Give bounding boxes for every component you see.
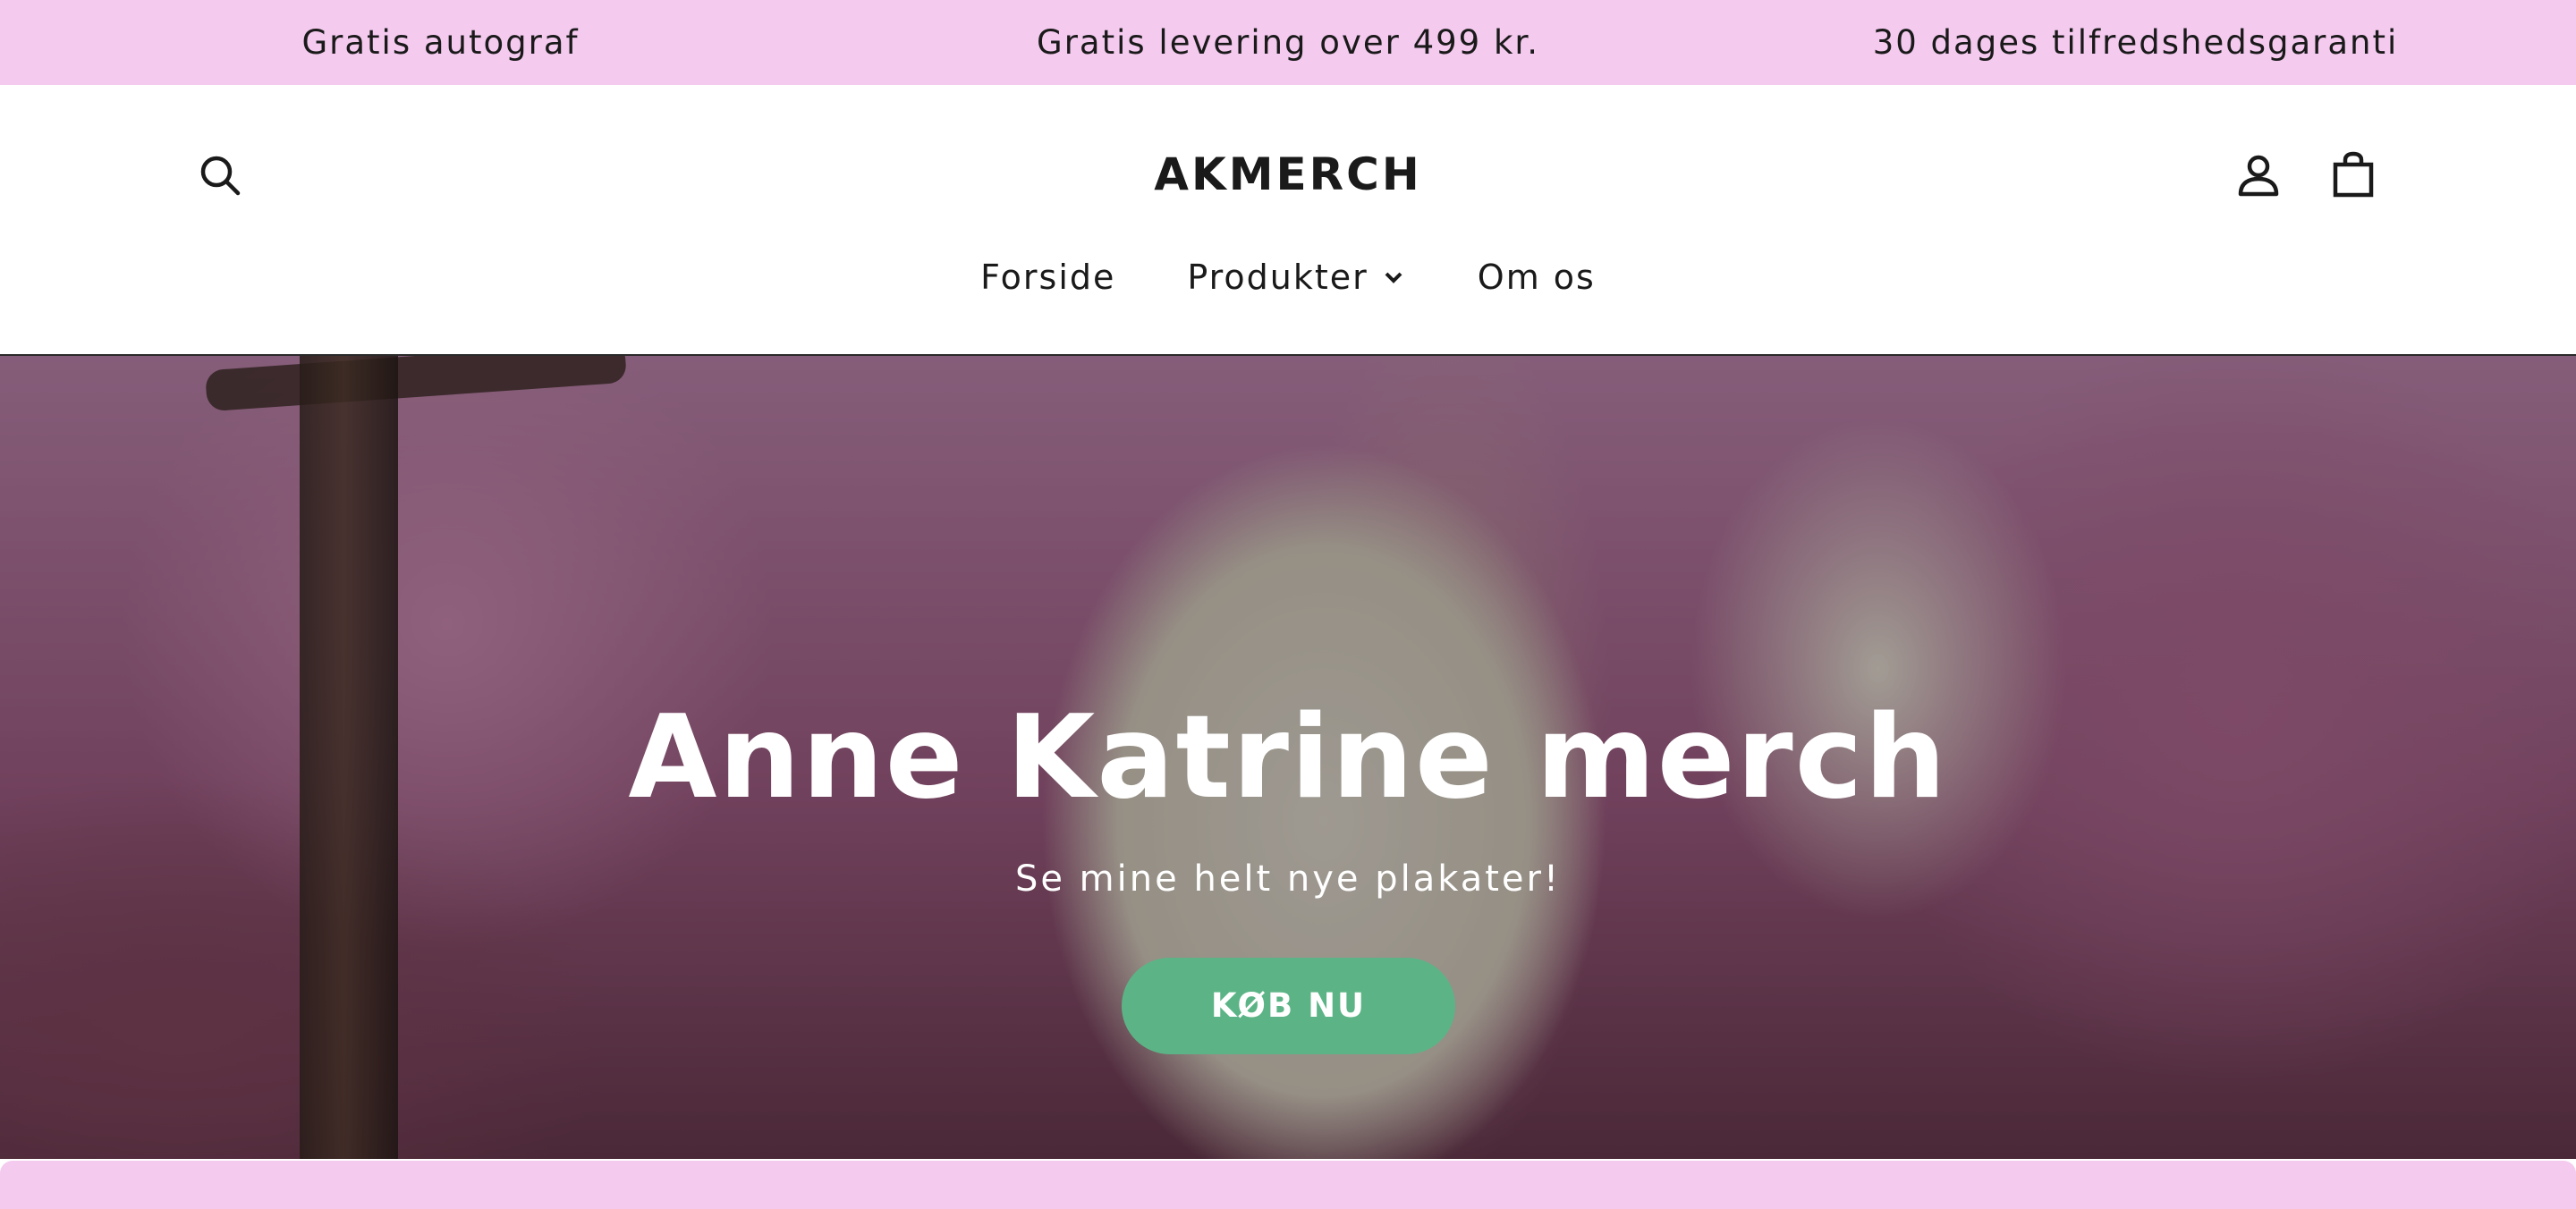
search-button[interactable]: [195, 150, 245, 200]
nav-item-label: Om os: [1477, 258, 1596, 297]
site-header: AKMERCH Forside Produkter Om os: [0, 85, 2576, 356]
announcement-item: 30 dages tilfredshedsgaranti: [1872, 23, 2399, 62]
cart-button[interactable]: [2327, 148, 2379, 201]
account-button[interactable]: [2233, 149, 2284, 201]
hero-banner: Anne Katrine merch Se mine helt nye plak…: [0, 356, 2576, 1159]
shopping-bag-icon: [2333, 151, 2374, 198]
announcement-bar: Gratis autograf Gratis levering over 499…: [0, 0, 2576, 85]
main-nav: Forside Produkter Om os: [0, 241, 2576, 313]
next-section-strip: [0, 1161, 2576, 1209]
nav-item-produkter[interactable]: Produkter: [1187, 258, 1405, 297]
nav-item-om-os[interactable]: Om os: [1478, 258, 1596, 297]
announcement-item: Gratis autograf: [301, 23, 580, 62]
hero-subtitle: Se mine helt nye plakater!: [1014, 858, 1562, 900]
announcement-item: Gratis levering over 499 kr.: [1037, 23, 1539, 62]
user-icon: [2238, 155, 2279, 197]
nav-item-forside[interactable]: Forside: [980, 258, 1115, 297]
buy-now-button[interactable]: KØB NU: [1122, 958, 1455, 1054]
nav-item-label: Produkter: [1187, 258, 1368, 297]
hero-title: Anne Katrine merch: [628, 691, 1948, 824]
chevron-down-icon: [1381, 265, 1406, 290]
site-logo[interactable]: AKMERCH: [1020, 139, 1556, 210]
search-icon: [200, 156, 241, 196]
nav-item-label: Forside: [980, 258, 1116, 297]
